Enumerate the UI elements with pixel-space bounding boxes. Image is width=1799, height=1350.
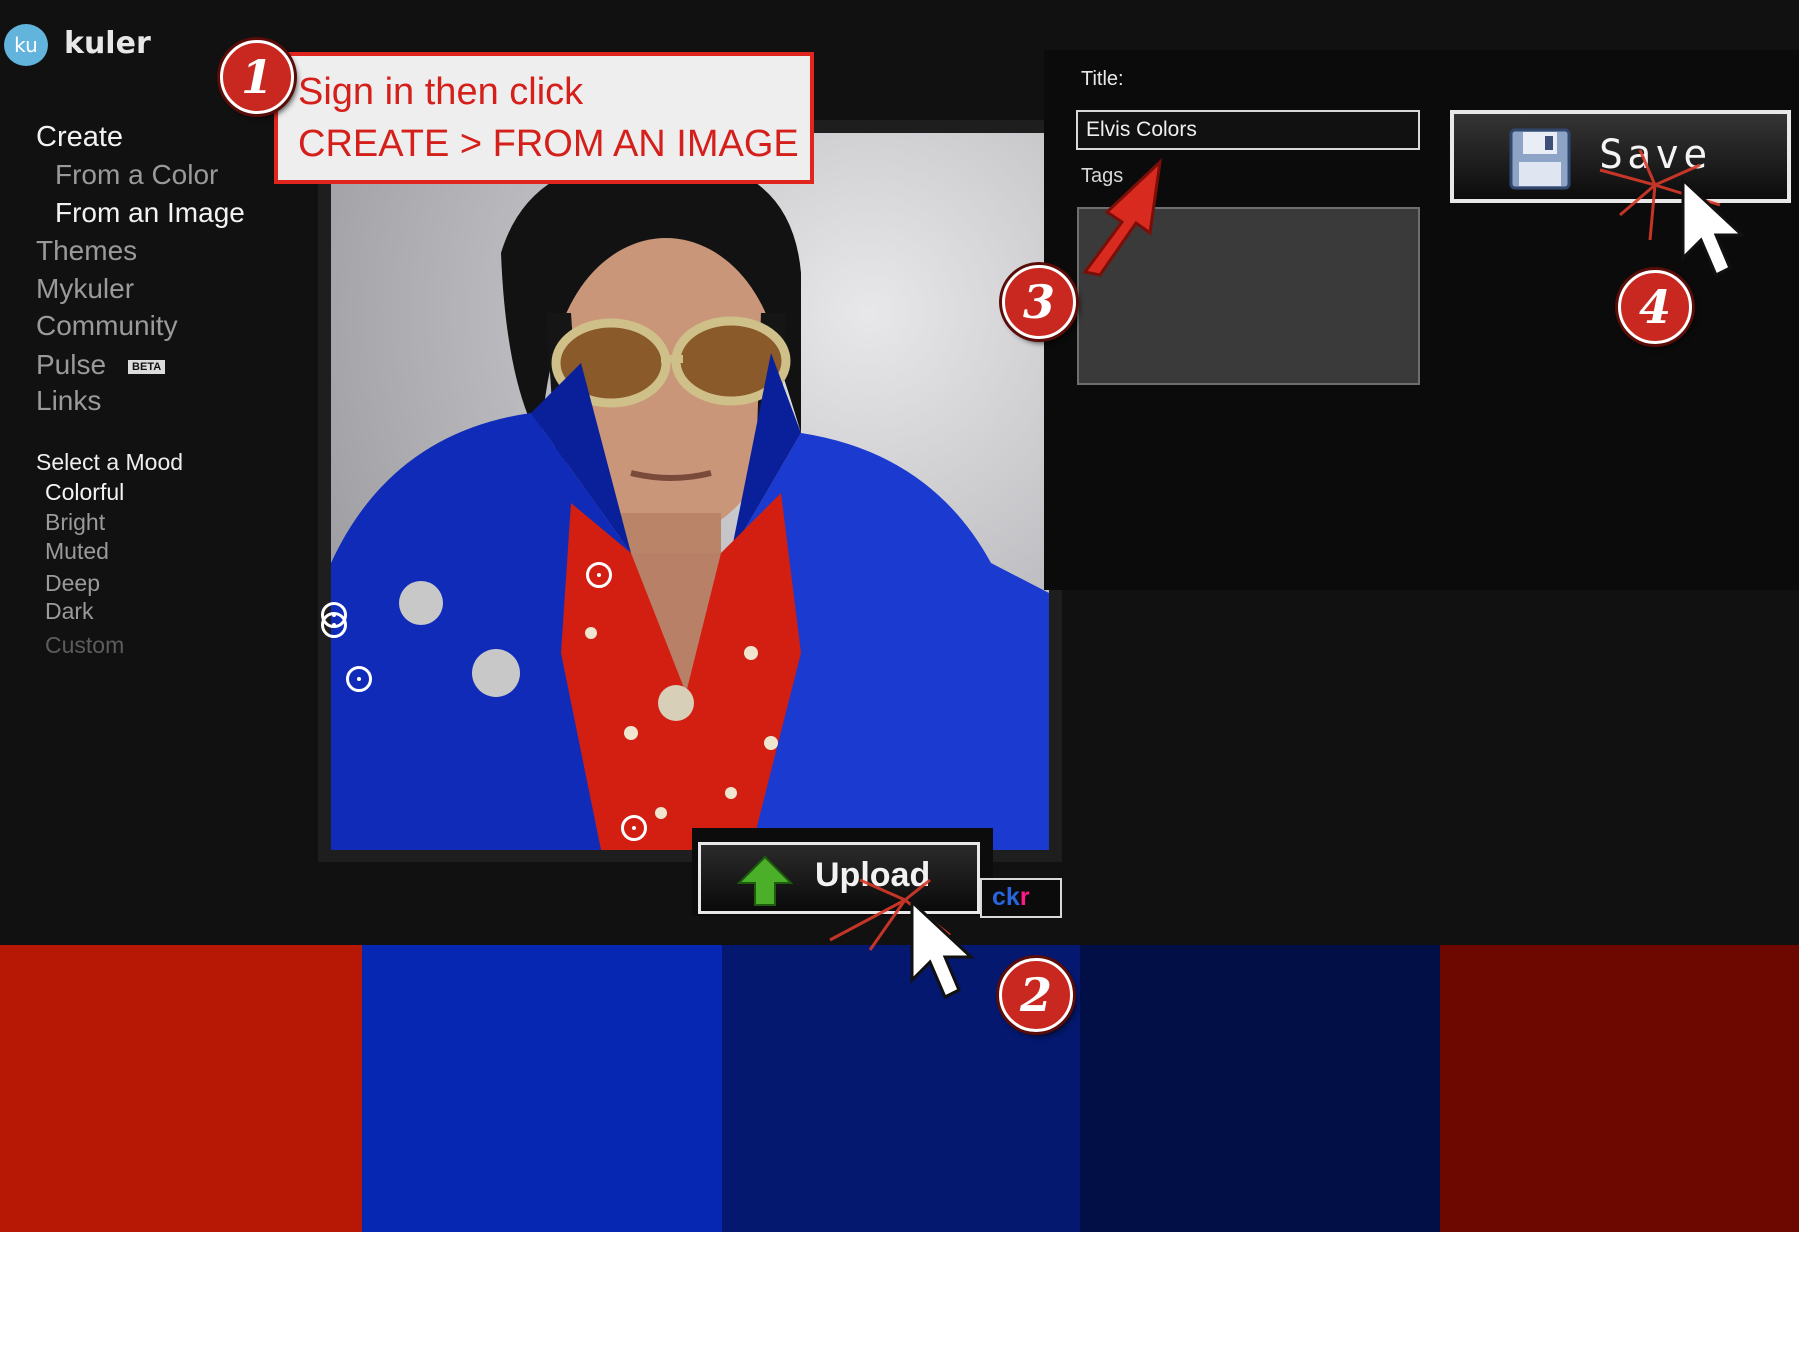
color-swatch-1[interactable] xyxy=(0,945,362,1232)
callout-line-2: CREATE > FROM AN IMAGE xyxy=(298,123,799,165)
step-2-badge: 2 xyxy=(999,958,1073,1032)
mood-bright[interactable]: Bright xyxy=(45,509,105,536)
kuler-logo-badge[interactable]: ku xyxy=(4,24,48,66)
nav-community[interactable]: Community xyxy=(36,310,178,342)
color-sample-marker[interactable] xyxy=(621,815,647,841)
floppy-disk-icon xyxy=(1509,128,1571,190)
save-label: Save xyxy=(1599,132,1712,178)
step-3-badge: 3 xyxy=(1002,265,1076,339)
kuler-app-window: ku kuler Create From a Color From an Ima… xyxy=(0,0,1799,945)
upload-button[interactable]: Upload xyxy=(698,842,980,914)
beta-badge: BETA xyxy=(128,359,166,374)
tags-label: Tags xyxy=(1081,165,1124,187)
nav-themes[interactable]: Themes xyxy=(36,235,137,267)
color-swatch-4[interactable] xyxy=(1080,945,1440,1232)
mood-muted[interactable]: Muted xyxy=(45,538,109,565)
mood-colorful[interactable]: Colorful xyxy=(45,479,124,506)
mood-heading: Select a Mood xyxy=(36,449,184,475)
nav-from-a-color[interactable]: From a Color xyxy=(55,159,218,191)
mood-dark[interactable]: Dark xyxy=(45,598,94,625)
nav-links[interactable]: Links xyxy=(36,385,101,417)
title-label: Title: xyxy=(1081,68,1124,90)
nav-from-an-image[interactable]: From an Image xyxy=(55,197,245,229)
step-4-badge: 4 xyxy=(1618,270,1692,344)
flickr-label-pink: r xyxy=(1019,883,1030,911)
step-1-badge: 1 xyxy=(220,40,294,114)
elvis-portrait-illustration xyxy=(331,157,1049,850)
mood-custom[interactable]: Custom xyxy=(45,632,124,659)
source-photo xyxy=(331,133,1049,850)
nav-create[interactable]: Create xyxy=(36,121,123,154)
nav-pulse[interactable]: Pulse BETA xyxy=(36,349,166,381)
color-swatch-2[interactable] xyxy=(362,945,722,1232)
kuler-logo-text[interactable]: kuler xyxy=(64,26,151,61)
color-swatch-5[interactable] xyxy=(1440,945,1799,1232)
title-input[interactable] xyxy=(1076,110,1420,150)
color-sample-marker[interactable] xyxy=(586,562,612,588)
save-button[interactable]: Save xyxy=(1450,110,1791,203)
callout-line-1: Sign in then click xyxy=(298,71,584,113)
color-sample-marker[interactable] xyxy=(321,612,347,638)
flickr-button[interactable]: ckr xyxy=(980,878,1062,918)
color-sample-marker[interactable] xyxy=(346,666,372,692)
mood-deep[interactable]: Deep xyxy=(45,570,100,597)
upload-label: Upload xyxy=(815,856,931,894)
instruction-callout: Sign in then click CREATE > FROM AN IMAG… xyxy=(274,52,814,184)
nav-pulse-label: Pulse xyxy=(36,349,107,380)
nav-mykuler[interactable]: Mykuler xyxy=(36,273,134,305)
flickr-label-blue: ck xyxy=(992,883,1020,911)
tags-textarea[interactable] xyxy=(1077,207,1420,385)
upload-arrow-icon xyxy=(737,855,793,906)
